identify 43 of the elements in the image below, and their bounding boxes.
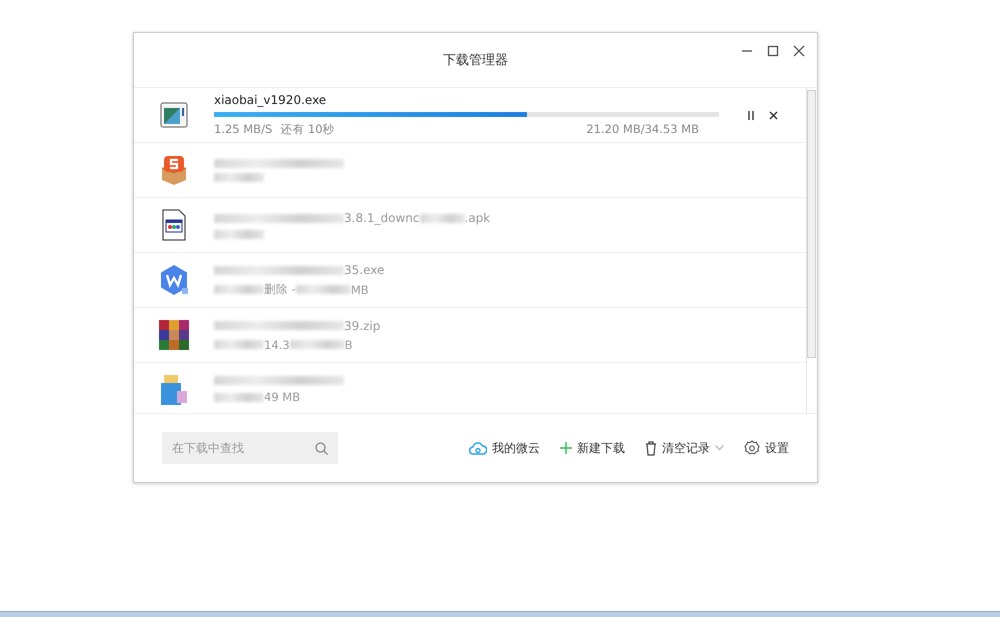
hexagon-w-icon xyxy=(158,264,190,296)
blurred-text xyxy=(420,214,465,222)
search-icon xyxy=(315,442,328,455)
close-icon[interactable] xyxy=(793,45,805,57)
pause-icon[interactable] xyxy=(747,110,755,120)
document-icon xyxy=(162,209,186,241)
download-status-part: 14.3 xyxy=(264,338,290,352)
blurred-text xyxy=(214,392,264,402)
file-name-part: 35.exe xyxy=(344,263,384,277)
download-status-part: 删除 - xyxy=(264,282,296,297)
blurred-text xyxy=(214,172,264,182)
plus-icon xyxy=(560,442,572,454)
cloud-icon xyxy=(469,442,487,454)
maximize-icon[interactable] xyxy=(767,45,779,57)
blurred-text xyxy=(296,285,351,294)
download-status-part: 49 MB xyxy=(264,390,300,404)
settings-icon xyxy=(744,440,760,456)
blurred-text xyxy=(214,230,264,239)
cancel-icon[interactable] xyxy=(769,110,778,120)
window-file-icon xyxy=(160,102,188,128)
chevron-down-icon xyxy=(715,445,724,451)
time-remaining: 还有 10秒 xyxy=(280,122,335,137)
file-name-part: 39.zip xyxy=(344,318,380,332)
file-name: xiaobai_v1920.exe xyxy=(214,93,326,107)
settings-button[interactable]: 设置 xyxy=(744,440,789,456)
file-name-part: .apk xyxy=(464,211,490,225)
trash-icon xyxy=(645,440,657,456)
clear-button[interactable]: 清空记录 xyxy=(645,440,724,456)
download-size: 21.20 MB/34.53 MB xyxy=(586,122,699,137)
new-button[interactable]: 新建下载 xyxy=(560,440,625,456)
blurred-text xyxy=(214,285,264,294)
blurred-text xyxy=(290,340,345,349)
window-title: 下载管理器 xyxy=(443,52,508,69)
blurred-text xyxy=(214,340,264,349)
stacked-books-icon xyxy=(158,319,190,351)
cloud-button[interactable]: 我的微云 xyxy=(469,440,540,456)
search-field[interactable]: 在下载中查找 xyxy=(162,432,338,464)
file-name-part: 3.8.1_downc xyxy=(344,211,420,225)
package-box-icon xyxy=(159,154,189,186)
scrollbar[interactable] xyxy=(806,88,817,413)
download-status-part: B xyxy=(344,338,352,352)
download-status-part: MB xyxy=(350,282,369,296)
download-speed: 1.25 MB/S xyxy=(214,122,272,137)
